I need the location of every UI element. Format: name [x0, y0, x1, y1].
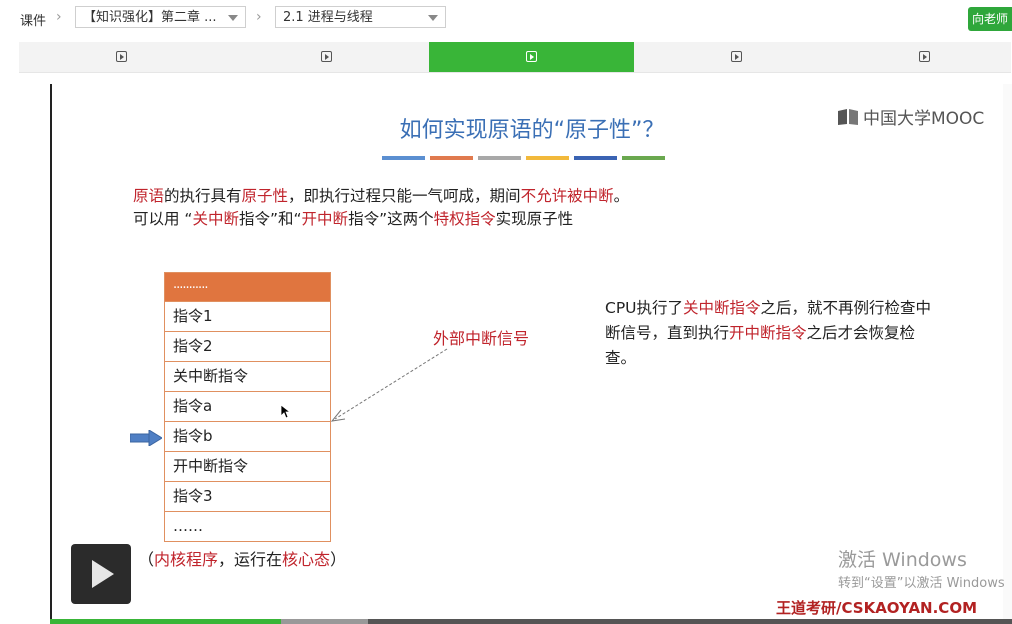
method-line-run: 实现原子性	[495, 210, 574, 228]
mouse-cursor-icon	[281, 405, 291, 419]
activation-watermark-title: 激活 Windows	[838, 549, 967, 571]
interrupt-note-run: CPU执行了	[605, 299, 684, 317]
segment-tab-4[interactable]	[634, 42, 839, 72]
play-icon	[525, 51, 537, 62]
instruction-row: 指令1	[165, 301, 330, 331]
instruction-row: ……	[165, 511, 330, 541]
chevron-down-icon	[228, 15, 238, 21]
footer-brand: 王道考研/CSKAOYAN.COM	[776, 599, 977, 617]
buffered-progress	[281, 619, 368, 624]
instruction-row: 指令a	[165, 391, 330, 421]
color-bar-segment	[622, 156, 665, 160]
play-icon	[320, 51, 332, 62]
color-bar-segment	[382, 156, 425, 160]
kernel-note-run: ）	[330, 550, 347, 569]
method-line-run: 指令”和“	[238, 210, 302, 228]
play-icon	[919, 51, 930, 62]
interrupt-note: CPU执行了关中断指令之后，就不再例行检查中断信号，直到执行开中断指令之后才会恢…	[605, 296, 945, 371]
play-icon	[730, 51, 742, 62]
kernel-note-run: 核心态	[282, 550, 331, 569]
chapter-select-value: 【知识强化】第二章 ...	[83, 10, 217, 25]
interrupt-note-run: 关中断指令	[683, 299, 761, 317]
current-instruction-arrow-icon	[130, 430, 162, 446]
instruction-row: 开中断指令	[165, 451, 330, 481]
definition-line-run: 。	[613, 187, 630, 205]
instruction-row: 指令b	[165, 421, 330, 451]
instruction-row: 指令2	[165, 331, 330, 361]
instruction-row: 指令3	[165, 481, 330, 511]
kernel-note: （内核程序，运行在核心态）	[138, 546, 346, 570]
method-line-run: 开中断	[301, 210, 349, 228]
kernel-note-run: ，运行在	[218, 550, 283, 569]
ask-teacher-button[interactable]: 向老师	[968, 7, 1012, 31]
dashed-arrow-icon	[330, 348, 448, 422]
color-bar-segment	[526, 156, 569, 160]
color-bar-segment	[430, 156, 473, 160]
video-segment-tabs	[19, 42, 1011, 73]
instruction-row: 关中断指令	[165, 361, 330, 391]
method-line: 可以用 “关中断指令”和“开中断指令”这两个特权指令实现原子性	[133, 207, 573, 229]
top-bar: 课件 › 【知识强化】第二章 ... › 2.1 进程与线程 向老师	[0, 0, 1012, 40]
interrupt-note-run: 开中断指令	[729, 324, 807, 342]
segment-tab-3[interactable]	[429, 42, 634, 72]
method-line-run: 指令”这两个	[348, 210, 434, 228]
scrollbar[interactable]	[1003, 84, 1012, 620]
instruction-table-header: ...........	[165, 273, 330, 301]
played-progress	[50, 619, 281, 624]
slide-title: 如何实现原语的“原子性”？	[399, 118, 665, 143]
color-bar-segment	[574, 156, 617, 160]
color-bar-segment	[478, 156, 521, 160]
instruction-table: ........... 指令1 指令2 关中断指令 指令a 指令b 开中断指令 指令3……	[164, 272, 331, 542]
chevron-right-icon: ›	[56, 9, 62, 25]
video-progress-bar[interactable]	[50, 619, 1012, 624]
breadcrumb-root[interactable]: 课件	[20, 10, 46, 29]
definition-line-run: 原语	[133, 187, 165, 205]
kernel-note-run: 内核程序	[154, 550, 219, 569]
method-line-run: 可以用 “	[133, 210, 193, 228]
section-select[interactable]: 2.1 进程与线程	[275, 6, 446, 28]
chapter-select[interactable]: 【知识强化】第二章 ...	[75, 6, 246, 28]
chevron-down-icon	[428, 15, 438, 21]
activation-watermark-subtitle: 转到“设置”以激活 Windows	[838, 576, 1005, 591]
definition-line: 原语的执行具有原子性，即执行过程只能一气呵成，期间不允许被中断。	[133, 184, 629, 206]
segment-tab-5[interactable]	[839, 42, 1011, 72]
segment-tab-1[interactable]	[19, 42, 224, 72]
definition-line-run: 不允许被中断	[520, 187, 614, 205]
method-line-run: 关中断	[192, 210, 239, 228]
segment-tab-2[interactable]	[224, 42, 429, 72]
kernel-note-run: （	[138, 550, 155, 569]
section-select-value: 2.1 进程与线程	[283, 10, 373, 25]
definition-line-run: 原子性	[241, 187, 289, 205]
method-line-run: 特权指令	[433, 210, 496, 228]
video-slide[interactable]: 中国大学MOOC 如何实现原语的“原子性”？ 原语的执行具有原子性，即执行过程只…	[50, 84, 1012, 620]
definition-line-run: ，即执行过程只能一气呵成，期间	[288, 187, 521, 205]
definition-line-run: 的执行具有	[164, 187, 242, 205]
chevron-right-icon: ›	[256, 9, 262, 25]
play-icon	[115, 51, 127, 62]
play-button[interactable]	[71, 544, 131, 604]
